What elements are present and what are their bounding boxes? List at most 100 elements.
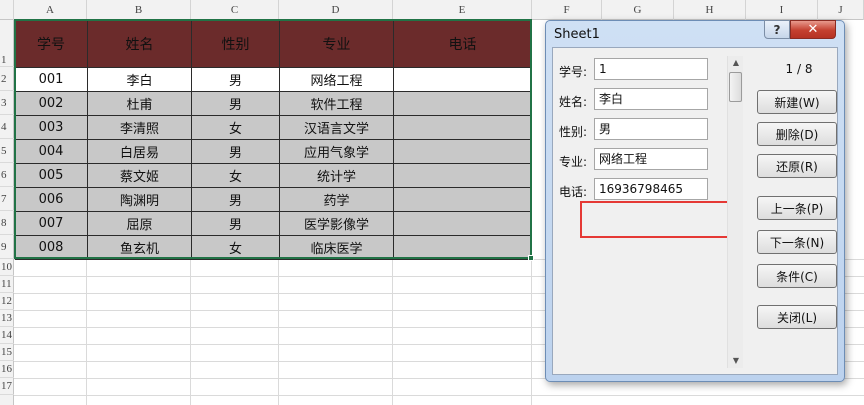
table-cell[interactable]: 药学 (280, 188, 394, 212)
data-table: 学号 姓名 性别 专业 电话 001 李白 男 网络工程 002 杜甫 男 软件… (14, 20, 532, 260)
column-header-j[interactable]: J (818, 0, 864, 20)
student-id-field[interactable]: 1 (594, 58, 708, 80)
table-cell[interactable]: 网络工程 (280, 68, 394, 92)
row-header-bar: 1 2 3 4 5 6 7 8 9 10 11 12 13 14 15 16 1… (0, 20, 14, 405)
field-label-major: 专业: (559, 155, 588, 169)
row-header[interactable]: 10 (0, 259, 14, 276)
table-cell[interactable]: 统计学 (280, 164, 394, 188)
table-header-cell[interactable]: 性别 (192, 21, 280, 68)
table-cell[interactable]: 李清照 (88, 116, 192, 140)
table-cell[interactable] (394, 92, 532, 116)
row-header[interactable]: 5 (0, 139, 14, 163)
table-cell[interactable]: 陶渊明 (88, 188, 192, 212)
column-header-b[interactable]: B (87, 0, 191, 20)
major-field[interactable]: 网络工程 (594, 148, 708, 170)
close-icon[interactable]: ✕ (790, 20, 836, 39)
table-cell[interactable]: 杜甫 (88, 92, 192, 116)
column-header-d[interactable]: D (279, 0, 393, 20)
row-header[interactable]: 13 (0, 310, 14, 327)
table-cell[interactable]: 004 (15, 140, 88, 164)
table-cell[interactable]: 002 (15, 92, 88, 116)
row-header[interactable]: 11 (0, 276, 14, 293)
dialog-title: Sheet1 (554, 27, 600, 42)
row-header[interactable]: 12 (0, 293, 14, 310)
previous-record-button[interactable]: 上一条(P) (757, 196, 837, 220)
phone-field[interactable]: 16936798465 (594, 178, 708, 200)
table-cell[interactable]: 蔡文姬 (88, 164, 192, 188)
row-header[interactable]: 2 (0, 67, 14, 91)
column-header-e[interactable]: E (393, 0, 532, 20)
table-cell[interactable] (394, 236, 532, 260)
table-cell[interactable] (394, 140, 532, 164)
record-scrollbar[interactable]: ▲ ▼ (727, 56, 743, 368)
table-cell[interactable]: 男 (192, 188, 280, 212)
record-form-dialog: Sheet1 ? ✕ 学号: 1 姓名: 李白 性别: 男 专业: 网络工程 电… (545, 20, 845, 382)
table-cell[interactable]: 001 (15, 68, 88, 92)
table-cell[interactable]: 006 (15, 188, 88, 212)
table-cell[interactable]: 003 (15, 116, 88, 140)
restore-button[interactable]: 还原(R) (757, 154, 837, 178)
table-cell[interactable]: 男 (192, 140, 280, 164)
table-cell[interactable]: 005 (15, 164, 88, 188)
row-header[interactable]: 3 (0, 91, 14, 115)
row-header[interactable]: 1 (0, 20, 14, 67)
dialog-body: 学号: 1 姓名: 李白 性别: 男 专业: 网络工程 电话: 16936798… (552, 47, 838, 375)
new-button[interactable]: 新建(W) (757, 90, 837, 114)
select-all-corner[interactable] (0, 0, 14, 20)
delete-button[interactable]: 删除(D) (757, 122, 837, 146)
table-cell[interactable]: 白居易 (88, 140, 192, 164)
row-header[interactable]: 7 (0, 187, 14, 211)
table-cell[interactable]: 屈原 (88, 212, 192, 236)
table-cell[interactable]: 医学影像学 (280, 212, 394, 236)
field-label-phone: 电话: (559, 185, 588, 199)
table-cell[interactable]: 汉语言文学 (280, 116, 394, 140)
table-cell[interactable]: 临床医学 (280, 236, 394, 260)
table-cell[interactable]: 008 (15, 236, 88, 260)
table-cell[interactable]: 女 (192, 164, 280, 188)
column-header-f[interactable]: F (532, 0, 602, 20)
column-header-a[interactable]: A (14, 0, 87, 20)
help-button[interactable]: ? (764, 20, 790, 39)
table-cell[interactable]: 男 (192, 92, 280, 116)
table-cell[interactable]: 007 (15, 212, 88, 236)
table-cell[interactable]: 鱼玄机 (88, 236, 192, 260)
fill-handle[interactable] (528, 255, 534, 261)
close-button[interactable]: 关闭(L) (757, 305, 837, 329)
row-header[interactable]: 16 (0, 361, 14, 378)
table-header-cell[interactable]: 专业 (280, 21, 394, 68)
table-header-cell[interactable]: 学号 (15, 21, 88, 68)
column-header-c[interactable]: C (191, 0, 279, 20)
scroll-thumb[interactable] (729, 72, 742, 102)
table-cell[interactable] (394, 212, 532, 236)
column-header-h[interactable]: H (674, 0, 746, 20)
active-cell[interactable] (394, 68, 532, 92)
scroll-up-arrow-icon[interactable]: ▲ (728, 56, 744, 70)
table-cell[interactable] (394, 164, 532, 188)
phone-highlight-box (580, 201, 729, 238)
row-header[interactable]: 17 (0, 378, 14, 395)
table-cell[interactable]: 女 (192, 236, 280, 260)
row-header[interactable]: 8 (0, 211, 14, 235)
table-header-cell[interactable]: 电话 (394, 21, 532, 68)
table-header-cell[interactable]: 姓名 (88, 21, 192, 68)
table-cell[interactable]: 李白 (88, 68, 192, 92)
name-field[interactable]: 李白 (594, 88, 708, 110)
table-cell[interactable] (394, 116, 532, 140)
row-header[interactable]: 14 (0, 327, 14, 344)
gender-field[interactable]: 男 (594, 118, 708, 140)
table-cell[interactable]: 女 (192, 116, 280, 140)
next-record-button[interactable]: 下一条(N) (757, 230, 837, 254)
table-cell[interactable]: 男 (192, 212, 280, 236)
table-cell[interactable]: 软件工程 (280, 92, 394, 116)
table-cell[interactable]: 男 (192, 68, 280, 92)
row-header[interactable]: 6 (0, 163, 14, 187)
column-header-g[interactable]: G (602, 0, 674, 20)
table-cell[interactable] (394, 188, 532, 212)
column-header-i[interactable]: I (746, 0, 818, 20)
table-cell[interactable]: 应用气象学 (280, 140, 394, 164)
row-header[interactable]: 15 (0, 344, 14, 361)
row-header[interactable]: 9 (0, 235, 14, 259)
criteria-button[interactable]: 条件(C) (757, 264, 837, 288)
scroll-down-arrow-icon[interactable]: ▼ (728, 354, 744, 368)
row-header[interactable]: 4 (0, 115, 14, 139)
